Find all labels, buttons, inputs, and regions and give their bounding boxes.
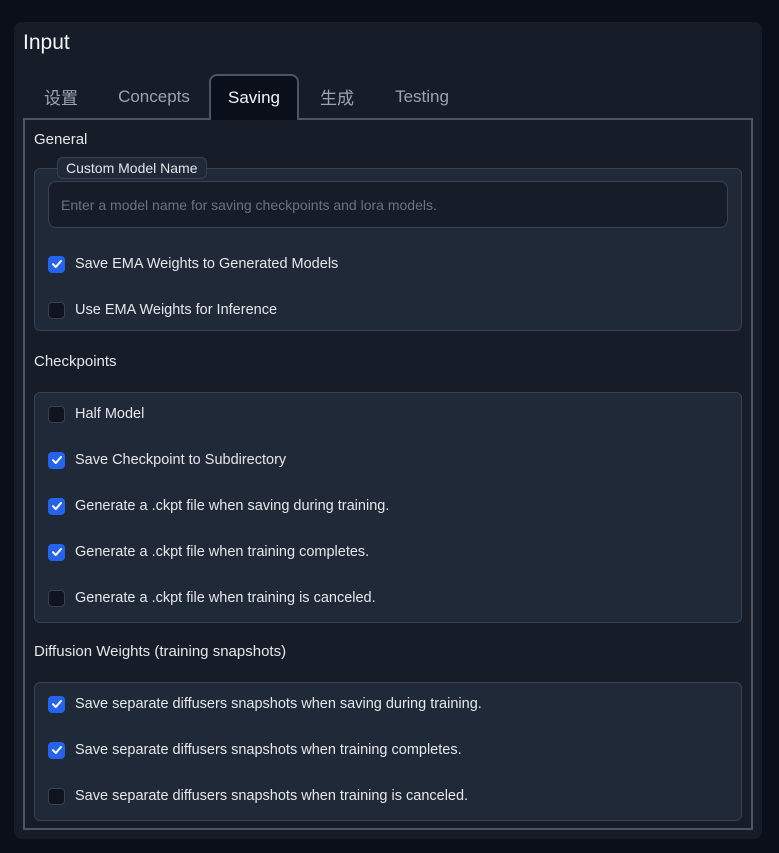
checkbox-ckpt-training-completes[interactable]: Generate a .ckpt file when training comp… bbox=[48, 540, 369, 564]
checkbox-label: Generate a .ckpt file when training comp… bbox=[75, 544, 370, 560]
checkbox-diffusers-during-training[interactable]: Save separate diffusers snapshots when s… bbox=[48, 692, 482, 716]
section-label-general: General bbox=[34, 131, 88, 148]
checkbox-label: Save EMA Weights to Generated Models bbox=[75, 256, 339, 272]
checkbox-label: Generate a .ckpt file when training is c… bbox=[75, 590, 376, 606]
checkbox-label: Use EMA Weights for Inference bbox=[75, 302, 278, 318]
input-panel: Input 设置 Concepts Saving 生成 Testing Gene… bbox=[14, 22, 762, 839]
checkbox-unchecked-icon[interactable] bbox=[48, 405, 65, 423]
checkbox-label: Generate a .ckpt file when saving during… bbox=[75, 498, 390, 514]
checkbox-half-model[interactable]: Half Model bbox=[48, 402, 144, 426]
general-group: Custom Model Name Save EMA Weights to Ge… bbox=[34, 157, 742, 331]
tab-testing[interactable]: Testing bbox=[383, 74, 461, 119]
tab-concepts[interactable]: Concepts bbox=[106, 74, 202, 119]
checkbox-label: Save Checkpoint to Subdirectory bbox=[75, 452, 287, 468]
tab-settings[interactable]: 设置 bbox=[30, 74, 92, 119]
checkbox-label: Save separate diffusers snapshots when t… bbox=[75, 788, 469, 804]
checkbox-use-ema-inference[interactable]: Use EMA Weights for Inference bbox=[48, 298, 277, 322]
checkpoints-group: Half Model Save Checkpoint to Subdirecto… bbox=[34, 392, 742, 623]
checkbox-checked-icon[interactable] bbox=[48, 741, 65, 759]
custom-model-name-label: Custom Model Name bbox=[57, 157, 207, 179]
checkbox-diffusers-training-canceled[interactable]: Save separate diffusers snapshots when t… bbox=[48, 784, 468, 808]
checkbox-diffusers-training-completes[interactable]: Save separate diffusers snapshots when t… bbox=[48, 738, 462, 762]
checkbox-checked-icon[interactable] bbox=[48, 451, 65, 469]
section-label-diffusion-weights: Diffusion Weights (training snapshots) bbox=[34, 643, 287, 660]
checkbox-checked-icon[interactable] bbox=[48, 695, 65, 713]
custom-model-name-input[interactable] bbox=[48, 181, 728, 228]
checkbox-label: Save separate diffusers snapshots when s… bbox=[75, 696, 482, 712]
checkbox-unchecked-icon[interactable] bbox=[48, 589, 65, 607]
checkbox-save-checkpoint-subdirectory[interactable]: Save Checkpoint to Subdirectory bbox=[48, 448, 286, 472]
diffusion-weights-group: Save separate diffusers snapshots when s… bbox=[34, 682, 742, 821]
section-label-checkpoints: Checkpoints bbox=[34, 353, 117, 370]
checkbox-label: Half Model bbox=[75, 406, 145, 422]
checkbox-ckpt-during-training[interactable]: Generate a .ckpt file when saving during… bbox=[48, 494, 389, 518]
checkbox-checked-icon[interactable] bbox=[48, 255, 65, 273]
checkbox-save-ema-weights[interactable]: Save EMA Weights to Generated Models bbox=[48, 252, 338, 276]
checkbox-ckpt-training-canceled[interactable]: Generate a .ckpt file when training is c… bbox=[48, 586, 376, 610]
saving-tab-content: General Custom Model Name Save EMA Weigh… bbox=[23, 118, 753, 830]
checkbox-unchecked-icon[interactable] bbox=[48, 787, 65, 805]
checkbox-unchecked-icon[interactable] bbox=[48, 301, 65, 319]
tab-generate[interactable]: 生成 bbox=[306, 74, 368, 119]
checkbox-label: Save separate diffusers snapshots when t… bbox=[75, 742, 462, 758]
panel-title: Input bbox=[23, 31, 70, 54]
checkbox-checked-icon[interactable] bbox=[48, 543, 65, 561]
tab-bar: 设置 Concepts Saving 生成 Testing bbox=[14, 74, 762, 120]
checkbox-checked-icon[interactable] bbox=[48, 497, 65, 515]
tab-saving[interactable]: Saving bbox=[209, 74, 299, 120]
